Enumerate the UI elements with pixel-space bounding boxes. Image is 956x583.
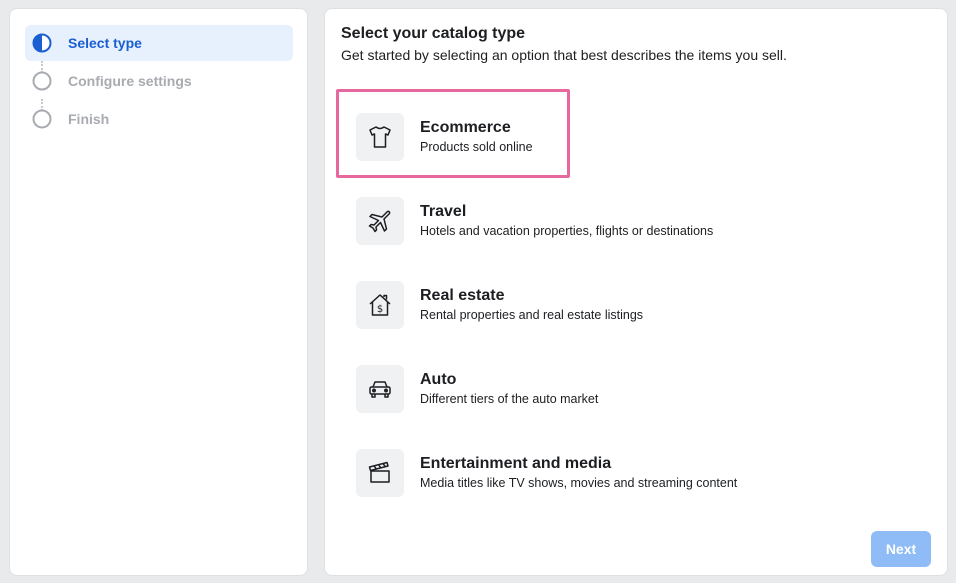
page-title: Select your catalog type	[341, 25, 526, 42]
step-finish[interactable]: Finish	[25, 101, 293, 137]
step-label: Finish	[68, 111, 110, 127]
stepper-panel: Select type Configure settings Finish	[9, 8, 308, 576]
clapperboard-icon	[356, 449, 404, 497]
step-configure-settings[interactable]: Configure settings	[25, 63, 293, 99]
svg-text:$: $	[377, 304, 383, 315]
half-filled-circle-icon	[32, 33, 52, 53]
option-title: Real estate	[420, 287, 505, 304]
tshirt-icon	[356, 113, 404, 161]
option-description: Hotels and vacation properties, flights …	[420, 224, 714, 238]
option-title: Travel	[420, 203, 467, 220]
airplane-icon	[356, 197, 404, 245]
option-title: Ecommerce	[420, 119, 511, 136]
option-real-estate[interactable]: $ Real estate Rental properties and real…	[356, 280, 916, 330]
catalog-type-panel: Select your catalog type Get started by …	[324, 8, 948, 576]
option-description: Different tiers of the auto market	[420, 392, 599, 406]
option-description: Products sold online	[420, 140, 533, 154]
option-entertainment-media[interactable]: Entertainment and media Media titles lik…	[356, 448, 916, 498]
option-title: Entertainment and media	[420, 455, 612, 472]
step-select-type[interactable]: Select type	[25, 25, 293, 61]
option-description: Media titles like TV shows, movies and s…	[420, 476, 738, 490]
empty-circle-icon	[32, 71, 52, 91]
option-title: Auto	[420, 371, 457, 388]
step-label: Select type	[68, 35, 142, 51]
step-label: Configure settings	[68, 73, 192, 89]
next-button[interactable]: Next	[871, 531, 931, 567]
option-travel[interactable]: Travel Hotels and vacation properties, f…	[356, 196, 916, 246]
empty-circle-icon	[32, 109, 52, 129]
option-description: Rental properties and real estate listin…	[420, 308, 644, 322]
option-auto[interactable]: Auto Different tiers of the auto market	[356, 364, 916, 414]
page-subtitle: Get started by selecting an option that …	[341, 47, 787, 63]
option-ecommerce[interactable]: Ecommerce Products sold online	[356, 112, 916, 162]
car-icon	[356, 365, 404, 413]
house-dollar-icon: $	[356, 281, 404, 329]
